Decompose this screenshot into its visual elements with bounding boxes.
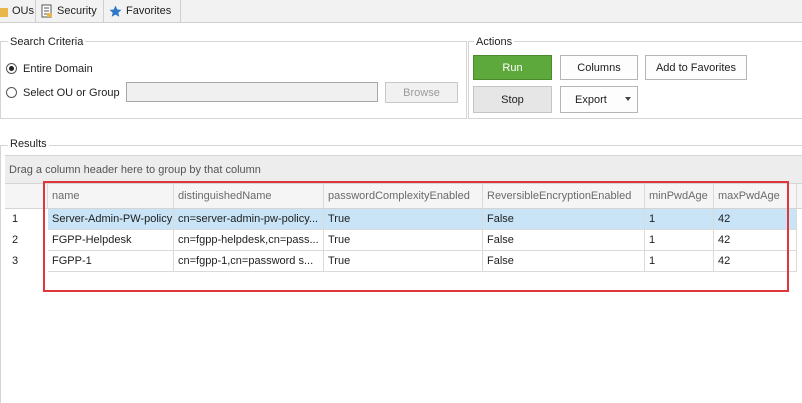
column-header-reversibleencryption[interactable]: ReversibleEncryptionEnabled	[483, 184, 645, 208]
entire-domain-label: Entire Domain	[23, 63, 93, 75]
columns-button[interactable]: Columns	[560, 55, 638, 80]
cell-reversibleencryption[interactable]: False	[483, 209, 645, 230]
actions-title: Actions	[474, 36, 515, 48]
cell-maxpwdage[interactable]: 42	[714, 209, 797, 230]
row-number: 3	[12, 255, 19, 267]
column-header-maxpwdage[interactable]: maxPwdAge	[714, 184, 797, 208]
row-number-header	[5, 184, 48, 208]
group-by-hint: Drag a column header here to group by th…	[9, 164, 261, 176]
tab-ous[interactable]: OUs	[0, 0, 34, 22]
column-header-minpwdage[interactable]: minPwdAge	[645, 184, 714, 208]
cell-passwordcomplexity[interactable]: True	[324, 251, 483, 272]
cell-maxpwdage[interactable]: 42	[714, 230, 797, 251]
chevron-down-icon	[625, 97, 631, 101]
select-ou-radio[interactable]	[6, 87, 17, 98]
results-title: Results	[8, 138, 49, 150]
cell-name[interactable]: Server-Admin-PW-policy	[48, 209, 174, 230]
cell-passwordcomplexity[interactable]: True	[324, 209, 483, 230]
tab-strip: OUs Security Favorites	[0, 0, 802, 23]
group-by-bar[interactable]: Drag a column header here to group by th…	[5, 155, 802, 184]
cell-name[interactable]: FGPP-1	[48, 251, 174, 272]
cell-minpwdage[interactable]: 1	[645, 251, 714, 272]
table-row[interactable]: 2 FGPP-Helpdesk cn=fgpp-helpdesk,cn=pass…	[5, 230, 802, 251]
cell-reversibleencryption[interactable]: False	[483, 230, 645, 251]
tab-favorites[interactable]: Favorites	[109, 0, 171, 22]
tab-divider	[35, 0, 36, 22]
tab-security-label: Security	[57, 5, 97, 17]
tab-divider	[103, 0, 104, 22]
select-ou-label: Select OU or Group	[23, 87, 120, 99]
browse-button[interactable]: Browse	[385, 82, 458, 103]
cell-distinguishedname[interactable]: cn=server-admin-pw-policy...	[174, 209, 324, 230]
tab-security[interactable]: Security	[41, 0, 97, 22]
column-header-name[interactable]: name	[48, 184, 174, 208]
table-row[interactable]: 1 Server-Admin-PW-policy cn=server-admin…	[5, 209, 802, 230]
add-to-favorites-button[interactable]: Add to Favorites	[645, 55, 747, 80]
stop-button[interactable]: Stop	[473, 86, 552, 113]
table-row[interactable]: 3 FGPP-1 cn=fgpp-1,cn=password s... True…	[5, 251, 802, 272]
row-number: 1	[12, 213, 19, 225]
cell-maxpwdage[interactable]: 42	[714, 251, 797, 272]
ou-group-input[interactable]	[126, 82, 378, 102]
tab-ous-label: OUs	[12, 5, 34, 17]
export-dropdown[interactable]: Export	[560, 86, 638, 113]
cell-distinguishedname[interactable]: cn=fgpp-1,cn=password s...	[174, 251, 324, 272]
grid-header-row: name distinguishedName passwordComplexit…	[5, 184, 802, 209]
results-grid: name distinguishedName passwordComplexit…	[5, 184, 802, 402]
tab-divider	[180, 0, 181, 22]
column-header-passwordcomplexity[interactable]: passwordComplexityEnabled	[324, 184, 483, 208]
cell-minpwdage[interactable]: 1	[645, 230, 714, 251]
column-header-distinguishedname[interactable]: distinguishedName	[174, 184, 324, 208]
cell-reversibleencryption[interactable]: False	[483, 251, 645, 272]
cell-distinguishedname[interactable]: cn=fgpp-helpdesk,cn=pass...	[174, 230, 324, 251]
search-criteria-title: Search Criteria	[8, 36, 86, 48]
star-icon	[109, 5, 122, 18]
cell-minpwdage[interactable]: 1	[645, 209, 714, 230]
row-number: 2	[12, 234, 19, 246]
search-criteria-panel	[0, 41, 467, 119]
entire-domain-radio[interactable]	[6, 63, 17, 74]
export-label: Export	[575, 93, 607, 106]
run-button[interactable]: Run	[473, 55, 552, 80]
folder-icon	[0, 5, 8, 17]
cell-passwordcomplexity[interactable]: True	[324, 230, 483, 251]
cell-name[interactable]: FGPP-Helpdesk	[48, 230, 174, 251]
tab-favorites-label: Favorites	[126, 5, 172, 17]
document-icon	[41, 4, 53, 18]
